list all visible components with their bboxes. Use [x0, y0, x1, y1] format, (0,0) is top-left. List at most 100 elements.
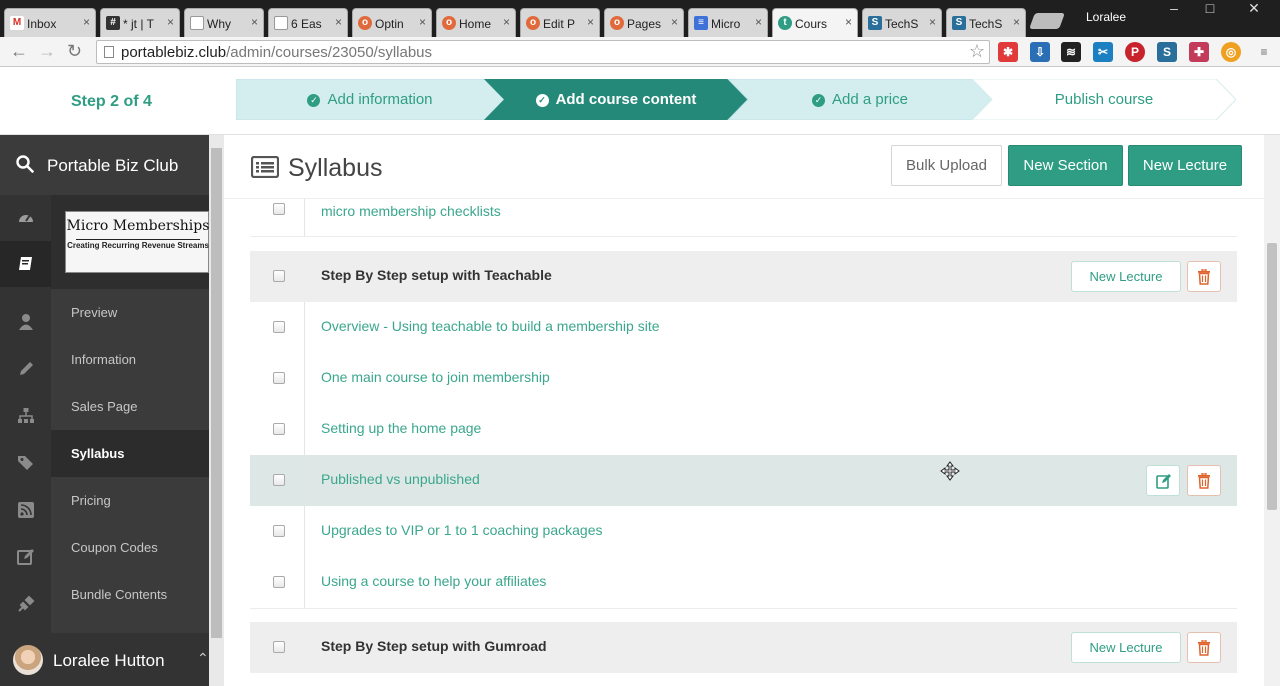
- section-checkbox[interactable]: [273, 641, 285, 653]
- browser-tab-why[interactable]: Why ×: [184, 8, 264, 37]
- sidebar-item-information[interactable]: Information: [51, 336, 209, 383]
- new-tab-button[interactable]: [1029, 13, 1065, 29]
- sidebar-scroll-thumb[interactable]: [211, 148, 222, 638]
- sidebar-syllabus[interactable]: [0, 440, 51, 486]
- sidebar-sales-page[interactable]: [0, 393, 51, 439]
- section-row[interactable]: Step By Step setup with Teachable New Le…: [250, 251, 1237, 302]
- pinterest-extension-icon[interactable]: P: [1125, 42, 1145, 62]
- lecture-title[interactable]: Using a course to help your affiliates: [321, 573, 546, 589]
- lecture-title[interactable]: One main course to join membership: [321, 369, 550, 385]
- close-tab-icon[interactable]: ×: [845, 15, 852, 29]
- browser-tab-techsmith[interactable]: S TechS ×: [862, 8, 942, 37]
- lecture-row[interactable]: Overview - Using teachable to build a me…: [250, 302, 1237, 353]
- new-lecture-button[interactable]: New Lecture: [1128, 145, 1242, 186]
- close-tab-icon[interactable]: ×: [671, 15, 678, 29]
- download-extension-icon[interactable]: ⇩: [1030, 42, 1050, 62]
- maximize-icon[interactable]: □: [1196, 0, 1224, 20]
- sidebar-item-preview[interactable]: Preview: [51, 289, 209, 336]
- profile-name[interactable]: Loralee: [1086, 10, 1126, 24]
- sidebar-information[interactable]: [0, 346, 51, 392]
- lecture-row[interactable]: Using a course to help your affiliates: [250, 557, 1237, 608]
- snagit-extension-icon[interactable]: ✂: [1093, 42, 1113, 62]
- delete-section-button[interactable]: [1187, 632, 1221, 663]
- close-tab-icon[interactable]: ×: [335, 15, 342, 29]
- lecture-checkbox[interactable]: [273, 321, 285, 333]
- minimize-icon[interactable]: –: [1160, 0, 1188, 20]
- course-logo[interactable]: Micro Memberships Creating Recurring Rev…: [65, 211, 209, 273]
- lecture-title[interactable]: Upgrades to VIP or 1 to 1 coaching packa…: [321, 522, 602, 538]
- bulk-upload-button[interactable]: Bulk Upload: [891, 145, 1002, 186]
- page-info-icon[interactable]: [104, 46, 114, 58]
- sidebar-courses[interactable]: [0, 241, 51, 287]
- sidebar-preview[interactable]: [0, 299, 51, 345]
- evernote-extension-icon[interactable]: ✚: [1189, 42, 1209, 62]
- browser-tab-courses[interactable]: t Cours ×: [772, 8, 858, 37]
- sidebar-item-bundle-contents[interactable]: Bundle Contents: [51, 571, 209, 618]
- delete-lecture-button[interactable]: [1187, 465, 1221, 496]
- sidebar-pricing[interactable]: [0, 487, 51, 533]
- lecture-title[interactable]: Published vs unpublished: [321, 471, 480, 487]
- close-tab-icon[interactable]: ×: [929, 15, 936, 29]
- close-tab-icon[interactable]: ×: [419, 15, 426, 29]
- forward-icon[interactable]: →: [38, 41, 56, 62]
- lecture-title[interactable]: Overview - Using teachable to build a me…: [321, 318, 660, 334]
- main-scrollbar[interactable]: [1264, 135, 1280, 686]
- delete-section-button[interactable]: [1187, 261, 1221, 292]
- browser-tab-edit[interactable]: o Edit P ×: [520, 8, 600, 37]
- close-tab-icon[interactable]: ×: [1013, 15, 1020, 29]
- sidebar-bundle-contents[interactable]: [0, 581, 51, 627]
- browser-tab-pages[interactable]: o Pages ×: [604, 8, 684, 37]
- sidebar-user[interactable]: Loralee Hutton ⌃: [0, 633, 209, 686]
- techsmith-extension-icon[interactable]: S: [1157, 42, 1177, 62]
- sidebar-item-coupon-codes[interactable]: Coupon Codes: [51, 524, 209, 571]
- sidebar-item-pricing[interactable]: Pricing: [51, 477, 209, 524]
- notification-extension-icon[interactable]: ◎: [1221, 42, 1241, 62]
- step-add-information[interactable]: ✓ Add information: [256, 79, 484, 120]
- sidebar-scrollbar[interactable]: [209, 135, 224, 686]
- browser-tab-jt[interactable]: # * jt | T ×: [100, 8, 180, 37]
- sidebar-dashboard[interactable]: [0, 195, 51, 241]
- reload-icon[interactable]: ↻: [67, 41, 82, 62]
- lecture-row[interactable]: Upgrades to VIP or 1 to 1 coaching packa…: [250, 506, 1237, 557]
- bookmark-star-icon[interactable]: ☆: [969, 41, 985, 62]
- close-tab-icon[interactable]: ×: [587, 15, 594, 29]
- close-tab-icon[interactable]: ×: [83, 15, 90, 29]
- chevron-up-icon[interactable]: ⌃: [197, 650, 209, 667]
- lecture-checkbox[interactable]: [273, 203, 285, 215]
- step-add-a-price[interactable]: ✓ Add a price: [748, 79, 972, 120]
- browser-tab-inbox[interactable]: M Inbox ×: [4, 8, 96, 37]
- new-section-button[interactable]: New Section: [1008, 145, 1123, 186]
- sidebar-coupon-codes[interactable]: [0, 534, 51, 580]
- section-new-lecture-button[interactable]: New Lecture: [1071, 261, 1181, 292]
- browser-tab-micro[interactable]: ≡ Micro ×: [688, 8, 768, 37]
- lecture-checkbox[interactable]: [273, 474, 285, 486]
- address-bar[interactable]: portablebiz.club/admin/courses/23050/syl…: [96, 40, 990, 64]
- step-add-course-content[interactable]: ✓ Add course content: [504, 79, 728, 120]
- edit-lecture-button[interactable]: [1146, 465, 1180, 496]
- close-tab-icon[interactable]: ×: [167, 15, 174, 29]
- section-checkbox[interactable]: [273, 270, 285, 282]
- main-scroll-thumb[interactable]: [1267, 243, 1277, 510]
- sidebar-item-syllabus[interactable]: Syllabus: [51, 430, 209, 477]
- lecture-title[interactable]: Setting up the home page: [321, 420, 481, 436]
- lecture-row[interactable]: Setting up the home page: [250, 404, 1237, 455]
- lecture-row-hovered[interactable]: Published vs unpublished: [250, 455, 1237, 506]
- close-tab-icon[interactable]: ×: [503, 15, 510, 29]
- lecture-row[interactable]: micro membership checklists: [250, 199, 1237, 236]
- browser-tab-optin[interactable]: o Optin ×: [352, 8, 432, 37]
- browser-tab-6-eas[interactable]: 6 Eas ×: [268, 8, 348, 37]
- close-tab-icon[interactable]: ×: [251, 15, 258, 29]
- lastpass-extension-icon[interactable]: ✱: [998, 42, 1018, 62]
- lecture-checkbox[interactable]: [273, 525, 285, 537]
- school-name[interactable]: Portable Biz Club: [47, 156, 178, 176]
- browser-tab-techsmith-2[interactable]: S TechS ×: [946, 8, 1026, 37]
- lecture-checkbox[interactable]: [273, 372, 285, 384]
- close-window-icon[interactable]: ✕: [1240, 0, 1268, 20]
- lecture-title[interactable]: micro membership checklists: [321, 203, 501, 219]
- chrome-menu-icon[interactable]: ≡: [1254, 42, 1274, 62]
- lecture-checkbox[interactable]: [273, 576, 285, 588]
- section-new-lecture-button[interactable]: New Lecture: [1071, 632, 1181, 663]
- lecture-row[interactable]: One main course to join membership: [250, 353, 1237, 404]
- step-publish-course[interactable]: Publish course: [992, 79, 1216, 120]
- lecture-checkbox[interactable]: [273, 423, 285, 435]
